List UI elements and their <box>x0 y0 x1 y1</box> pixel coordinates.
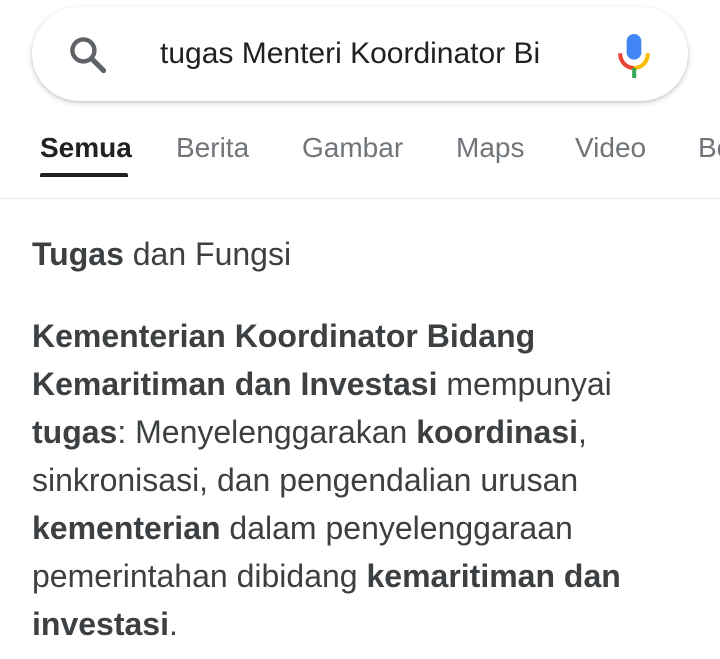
search-icon[interactable] <box>66 33 110 77</box>
heading-bold: Tugas <box>32 236 124 272</box>
snippet-highlight: kementerian <box>32 510 221 546</box>
snippet-segment: : Menyelenggarakan <box>117 414 417 450</box>
tab-video[interactable]: Video <box>575 132 646 164</box>
snippet-segment: mempunyai <box>437 366 612 402</box>
heading-rest: dan Fungsi <box>123 236 292 272</box>
page: Semua Berita Gambar Maps Video Be Tugas … <box>0 0 720 659</box>
active-tab-indicator <box>40 173 128 177</box>
tab-berita[interactable]: Berita <box>176 132 249 164</box>
snippet-text: Kementerian Koordinator Bidang Kemaritim… <box>32 312 692 648</box>
featured-snippet: Tugas dan Fungsi Kementerian Koordinator… <box>32 232 692 648</box>
snippet-highlight: koordinasi <box>416 414 579 450</box>
mic-icon[interactable] <box>612 32 656 80</box>
snippet-highlight: tugas <box>32 414 118 450</box>
tab-maps[interactable]: Maps <box>456 132 524 164</box>
search-bar[interactable] <box>32 7 688 101</box>
snippet-heading: Tugas dan Fungsi <box>32 232 692 276</box>
search-tabs: Semua Berita Gambar Maps Video Be <box>0 118 720 199</box>
search-input[interactable] <box>160 29 600 79</box>
tab-semua[interactable]: Semua <box>40 132 132 164</box>
snippet-segment: . <box>168 606 178 642</box>
tab-more[interactable]: Be <box>698 132 720 164</box>
tab-gambar[interactable]: Gambar <box>302 132 403 164</box>
